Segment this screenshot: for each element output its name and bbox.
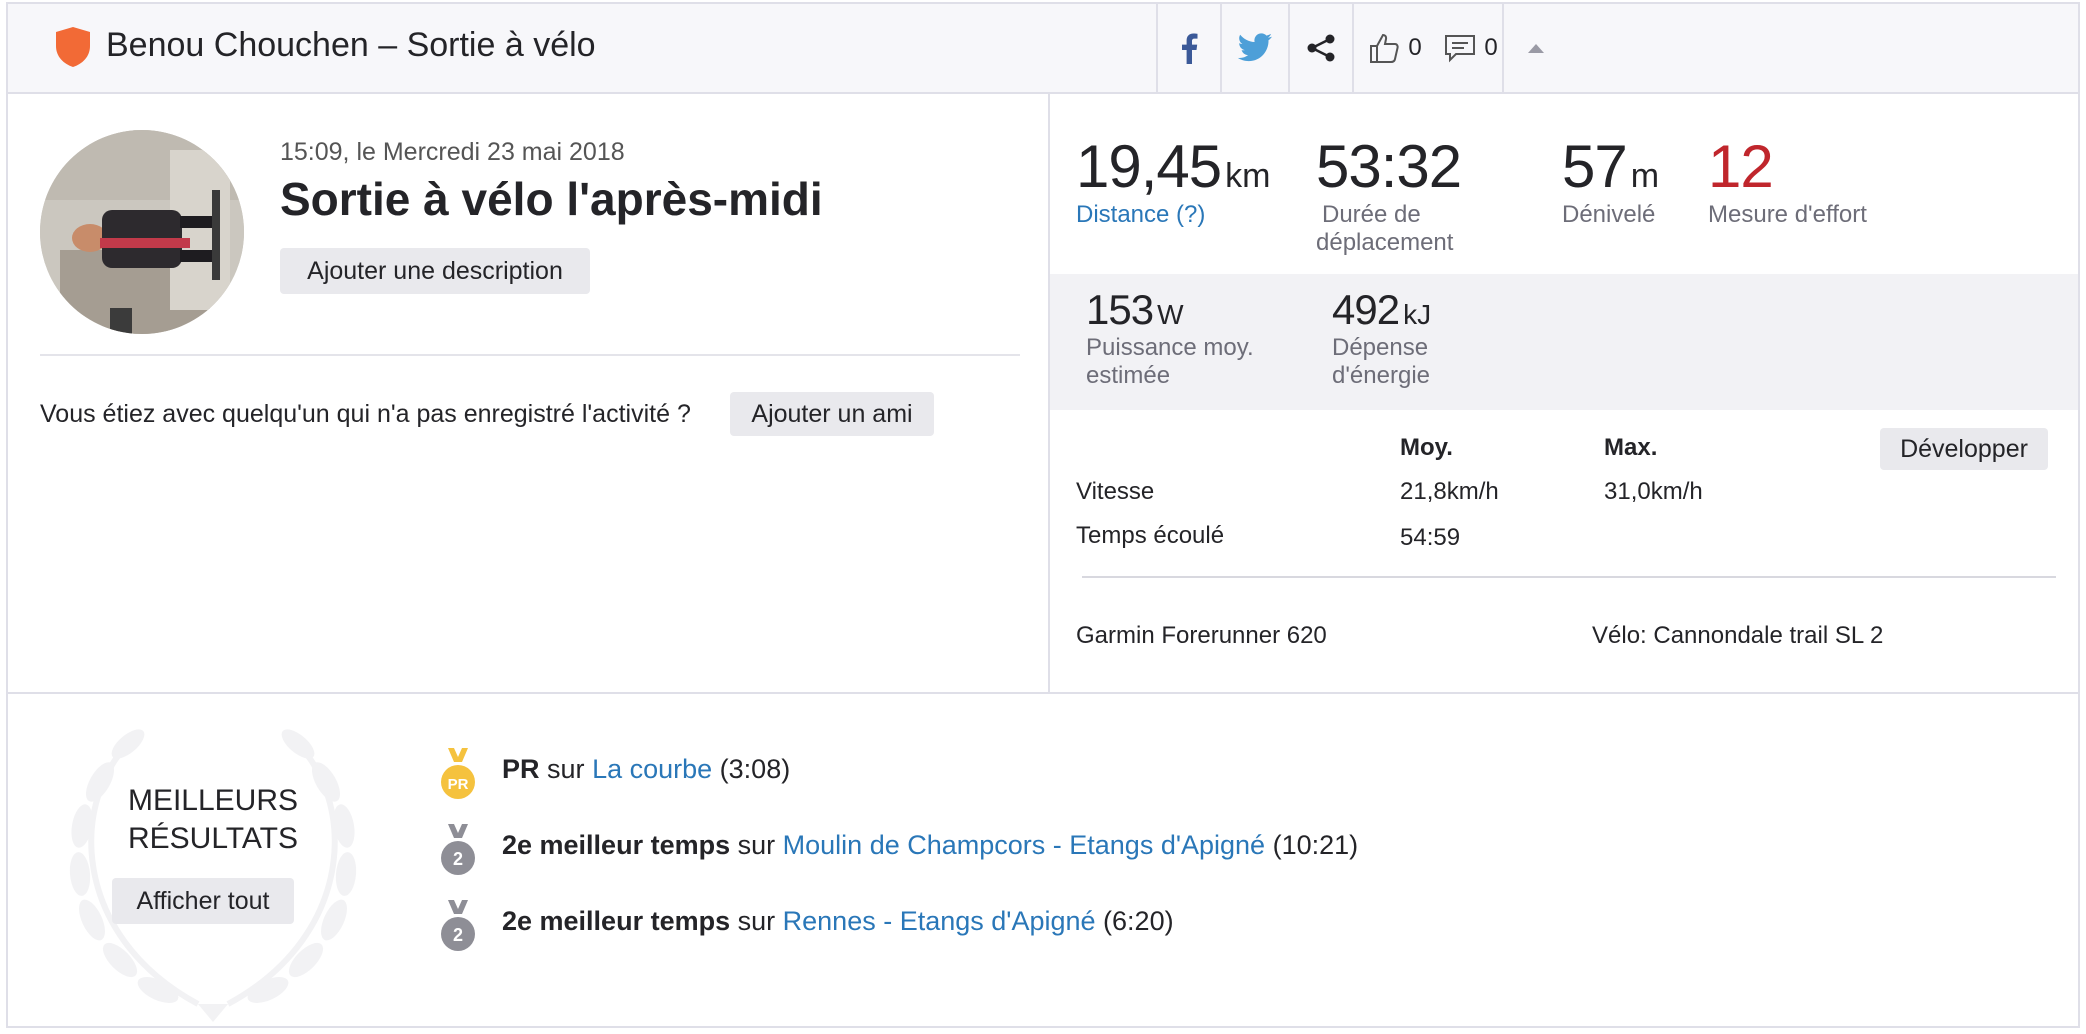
avatar[interactable] xyxy=(40,130,244,334)
stat-moving-time: 53:32 Durée de déplacement xyxy=(1316,132,1462,257)
pr-medal-icon: PR xyxy=(441,748,475,799)
activity-datetime: 15:09, le Mercredi 23 mai 2018 xyxy=(280,138,625,166)
distance-unit: km xyxy=(1225,157,1271,195)
result-time: (10:21) xyxy=(1272,830,1359,860)
distance-label-link[interactable]: Distance (?) xyxy=(1076,201,1270,229)
friend-question: Vous étiez avec quelqu'un qui n'a pas en… xyxy=(40,400,691,428)
result-time: (6:20) xyxy=(1103,906,1174,936)
device-name: Garmin Forerunner 620 xyxy=(1076,622,1327,649)
result-sur: sur xyxy=(737,906,776,936)
result-row: 2e meilleur temps sur Rennes - Etangs d'… xyxy=(502,906,1174,937)
moving-time-value: 53:32 xyxy=(1316,133,1462,200)
svg-text:2: 2 xyxy=(453,849,463,869)
kudos-button[interactable]: 0 xyxy=(1352,4,1436,92)
segment-link[interactable]: Moulin de Champcors - Etangs d'Apigné xyxy=(783,830,1265,860)
result-time: (3:08) xyxy=(719,754,791,784)
stat-effort: 12 Mesure d'effort xyxy=(1708,132,1867,229)
result-rank: 2e meilleur temps xyxy=(502,830,731,860)
add-description-button[interactable]: Ajouter une description xyxy=(280,248,590,294)
show-all-button[interactable]: Afficher tout xyxy=(112,878,294,924)
result-rank: PR xyxy=(502,754,540,784)
share-icon xyxy=(1307,34,1335,62)
activity-card: Benou Chouchen – Sortie à vélo 0 0 15:09… xyxy=(6,2,2080,1028)
collapse-button[interactable] xyxy=(1502,4,1568,92)
expand-button[interactable]: Développer xyxy=(1880,428,2048,470)
laurel-wreath-icon xyxy=(69,729,357,1022)
energy-value: 492 xyxy=(1332,286,1400,333)
moving-time-label-2: déplacement xyxy=(1316,229,1454,256)
power-label-2: estimée xyxy=(1086,362,1171,389)
twitter-share-button[interactable] xyxy=(1220,4,1288,92)
elevation-label: Dénivelé xyxy=(1562,201,1656,228)
energy-unit: kJ xyxy=(1403,299,1432,330)
power-label-1: Puissance moy. xyxy=(1086,334,1254,361)
distance-value: 19,45 xyxy=(1076,133,1222,200)
bike-name: Vélo: Cannondale trail SL 2 xyxy=(1592,622,1884,649)
stat-power: 153 W Puissance moy. estimée xyxy=(1086,286,1254,390)
col-avg-header: Moy. xyxy=(1400,434,1453,461)
result-sur: sur xyxy=(547,754,585,784)
kudos-count: 0 xyxy=(1408,34,1422,61)
header-title: Benou Chouchen – Sortie à vélo xyxy=(106,26,596,64)
thumbs-up-icon xyxy=(1370,33,1399,63)
silver-medal-icon: 2 xyxy=(441,824,475,875)
effort-value: 12 xyxy=(1708,133,1774,200)
twitter-icon xyxy=(1237,33,1272,62)
svg-text:2: 2 xyxy=(453,925,463,945)
result-row: PR sur La courbe (3:08) xyxy=(502,754,790,785)
comments-count: 0 xyxy=(1484,34,1498,61)
divider xyxy=(40,354,1020,356)
effort-label: Mesure d'effort xyxy=(1708,201,1867,228)
shield-icon xyxy=(56,27,90,67)
activity-title: Sortie à vélo l'après-midi xyxy=(280,173,823,225)
caret-up-icon xyxy=(1528,44,1544,53)
comment-icon xyxy=(1445,35,1476,63)
result-rank: 2e meilleur temps xyxy=(502,906,731,936)
divider xyxy=(1082,576,2056,578)
best-results-title-line1: MEILLEURS xyxy=(127,784,299,817)
add-friend-button[interactable]: Ajouter un ami xyxy=(730,392,934,436)
segment-link[interactable]: Rennes - Etangs d'Apigné xyxy=(783,906,1096,936)
activity-header: Benou Chouchen – Sortie à vélo 0 0 xyxy=(8,4,2078,94)
elevation-unit: m xyxy=(1630,157,1660,195)
elapsed-label: Temps écoulé xyxy=(1076,522,1225,549)
best-results-title: MEILLEURS RÉSULTATS xyxy=(68,782,358,858)
divider xyxy=(8,692,2078,694)
speed-max: 31,0km/h xyxy=(1604,478,1703,505)
col-max-header: Max. xyxy=(1604,434,1658,461)
elapsed-avg: 54:59 xyxy=(1400,524,1461,551)
facebook-share-button[interactable] xyxy=(1156,4,1220,92)
svg-text:PR: PR xyxy=(448,776,469,793)
stat-elevation: 57 m Dénivelé xyxy=(1562,132,1659,229)
result-row: 2e meilleur temps sur Moulin de Champcor… xyxy=(502,830,1358,861)
silver-medal-icon: 2 xyxy=(441,900,475,951)
energy-label-1: Dépense xyxy=(1332,334,1429,361)
moving-time-label-1: Durée de xyxy=(1322,201,1421,228)
elevation-value: 57 xyxy=(1562,133,1628,200)
speed-label: Vitesse xyxy=(1076,478,1155,505)
comments-button[interactable]: 0 xyxy=(1436,4,1506,92)
power-value: 153 xyxy=(1086,286,1154,333)
power-unit: W xyxy=(1157,299,1184,330)
speed-avg: 21,8km/h xyxy=(1400,478,1499,505)
athlete-photo xyxy=(40,130,244,334)
stat-distance: 19,45 km Distance (?) xyxy=(1076,132,1270,229)
energy-label-2: d'énergie xyxy=(1332,362,1430,389)
segment-link[interactable]: La courbe xyxy=(592,754,712,784)
best-results-title-line2: RÉSULTATS xyxy=(127,822,299,855)
facebook-icon xyxy=(1182,33,1198,64)
result-sur: sur xyxy=(737,830,776,860)
stat-energy: 492 kJ Dépense d'énergie xyxy=(1332,286,1431,390)
share-button[interactable] xyxy=(1288,4,1352,92)
